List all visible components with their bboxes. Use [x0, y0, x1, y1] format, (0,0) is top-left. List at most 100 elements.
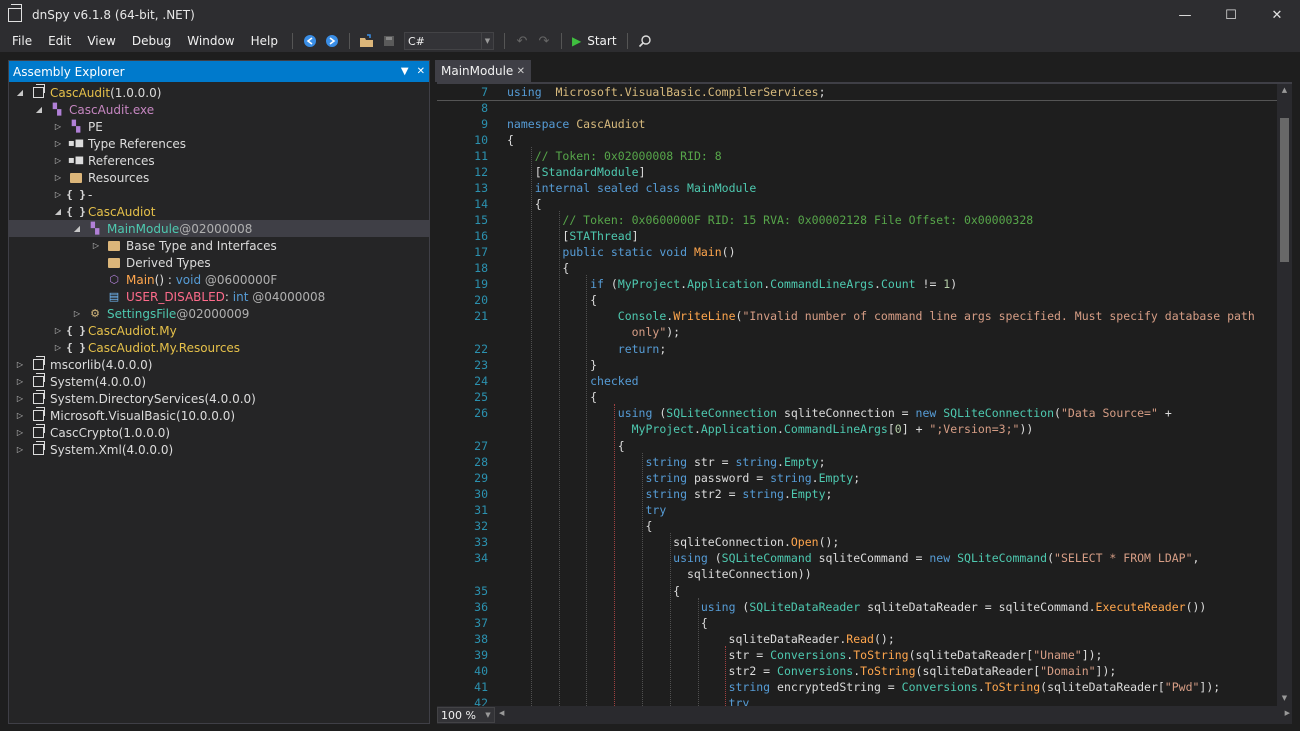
- code-line: 35 {: [437, 584, 1277, 600]
- menu-help[interactable]: Help: [243, 30, 286, 52]
- code-text: // Token: 0x02000008 RID: 8: [534, 149, 722, 163]
- expanded-arrow-icon[interactable]: ◢: [53, 207, 63, 217]
- menu-view[interactable]: View: [79, 30, 123, 52]
- forward-icon[interactable]: [321, 30, 343, 52]
- tree-item-detail: (4.0.0.0): [101, 357, 153, 372]
- collapsed-arrow-icon[interactable]: ▷: [53, 190, 63, 200]
- search-icon[interactable]: [634, 30, 656, 52]
- scroll-right-icon[interactable]: ▶: [1285, 709, 1290, 717]
- collapsed-arrow-icon[interactable]: ▷: [15, 394, 25, 404]
- code-text: {: [507, 197, 542, 211]
- pane-close-icon[interactable]: ✕: [417, 66, 425, 77]
- class-icon: ⚙: [90, 307, 100, 320]
- code-line: 42 try: [437, 696, 1277, 706]
- tree-item[interactable]: ▷ System.DirectoryServices (4.0.0.0): [9, 390, 429, 407]
- collapsed-arrow-icon[interactable]: ▷: [15, 445, 25, 455]
- tree-item[interactable]: ▷ Microsoft.VisualBasic (10.0.0.0): [9, 407, 429, 424]
- code-text: sqliteConnection)): [507, 567, 812, 581]
- open-folder-icon[interactable]: [356, 30, 378, 52]
- scroll-up-icon[interactable]: ▲: [1277, 86, 1292, 98]
- tree-item-detail: (4.0.0.0): [121, 442, 174, 457]
- tree-item[interactable]: ▷ mscorlib (4.0.0.0): [9, 356, 429, 373]
- tree-item-label: CascAudit.exe: [69, 102, 155, 117]
- assembly-icon: [31, 356, 45, 372]
- tree-item[interactable]: ▷{ } CascAudiot.My.Resources: [9, 339, 429, 356]
- save-all-icon[interactable]: [378, 30, 400, 52]
- tree-item[interactable]: ▷ System (4.0.0.0): [9, 373, 429, 390]
- tree-item[interactable]: ▷ CascCrypto (1.0.0.0): [9, 424, 429, 441]
- maximize-button[interactable]: ☐: [1208, 0, 1254, 30]
- folder-icon: [107, 239, 121, 253]
- menu-debug[interactable]: Debug: [124, 30, 179, 52]
- line-number: 40: [474, 664, 488, 678]
- tree-item[interactable]: ▤ USER_DISABLED : int @04000008: [9, 288, 429, 305]
- code-text: {: [507, 616, 708, 630]
- horizontal-scrollbar[interactable]: ◀ ▶: [499, 709, 1290, 721]
- tree-item[interactable]: ◢ ▚ MainModule @02000008: [9, 220, 429, 237]
- collapsed-arrow-icon[interactable]: ▷: [53, 122, 63, 132]
- collapsed-arrow-icon[interactable]: ▷: [53, 139, 63, 149]
- collapsed-arrow-icon[interactable]: ▷: [15, 411, 25, 421]
- tab-mainmodule[interactable]: MainModule ✕: [435, 60, 531, 82]
- undo-icon[interactable]: ↶: [511, 30, 533, 52]
- collapsed-arrow-icon[interactable]: [91, 258, 101, 268]
- collapsed-arrow-icon[interactable]: ▷: [53, 173, 63, 183]
- collapsed-arrow-icon[interactable]: ▷: [72, 309, 82, 319]
- scroll-down-icon[interactable]: ▼: [1277, 694, 1292, 706]
- minimize-button[interactable]: —: [1162, 0, 1208, 30]
- tree-item[interactable]: ▷ Base Type and Interfaces: [9, 237, 429, 254]
- assembly-icon: [31, 390, 45, 406]
- tree-item[interactable]: ▷ ▚ PE: [9, 118, 429, 135]
- tree-item[interactable]: ▷ ▪■ References: [9, 152, 429, 169]
- language-select[interactable]: C# ▼: [403, 32, 494, 50]
- collapsed-arrow-icon[interactable]: [91, 292, 101, 302]
- tree-item-label: CascAudiot: [88, 204, 156, 219]
- collapsed-arrow-icon[interactable]: ▷: [53, 343, 63, 353]
- collapsed-arrow-icon[interactable]: ▷: [53, 156, 63, 166]
- line-number: 14: [474, 197, 488, 211]
- tree-item[interactable]: ◢ CascAudit (1.0.0.0): [9, 84, 429, 101]
- close-button[interactable]: ✕: [1254, 0, 1300, 30]
- expanded-arrow-icon[interactable]: ◢: [34, 105, 44, 115]
- reference-icon: ▪■: [67, 138, 85, 149]
- assembly-tree: ◢ CascAudit (1.0.0.0) ◢ ▚ CascAudit.exe ▷ ▚ PE ▷…: [9, 82, 429, 458]
- tree-item[interactable]: ▷ ▪■ Type References: [9, 135, 429, 152]
- collapsed-arrow-icon[interactable]: ▷: [91, 241, 101, 251]
- tree-item[interactable]: ▷{ } -: [9, 186, 429, 203]
- toolbar-separator: [626, 33, 628, 49]
- collapsed-arrow-icon[interactable]: ▷: [53, 326, 63, 336]
- close-tab-icon[interactable]: ✕: [517, 66, 525, 77]
- scroll-left-icon[interactable]: ◀: [499, 709, 504, 717]
- start-button[interactable]: ▶ Start: [568, 34, 621, 48]
- code-text: [STAThread]: [507, 229, 639, 243]
- tree-item[interactable]: ⬡ Main() : void @0600000F: [9, 271, 429, 288]
- line-number: 35: [474, 584, 488, 598]
- vertical-scrollbar[interactable]: ▲ ▼: [1277, 84, 1292, 706]
- collapsed-arrow-icon[interactable]: [91, 275, 101, 285]
- expanded-arrow-icon[interactable]: ◢: [15, 88, 25, 98]
- code-editor[interactable]: 7 using Microsoft.VisualBasic.CompilerSer…: [437, 82, 1292, 706]
- code-line: 14 {: [437, 197, 1277, 213]
- tree-item[interactable]: ▷ Resources: [9, 169, 429, 186]
- code-text: {: [507, 584, 681, 598]
- collapsed-arrow-icon[interactable]: ▷: [15, 377, 25, 387]
- redo-icon[interactable]: ↷: [533, 30, 555, 52]
- tree-item[interactable]: ▷{ } CascAudiot.My: [9, 322, 429, 339]
- menu-window[interactable]: Window: [179, 30, 242, 52]
- scroll-thumb[interactable]: [1280, 118, 1289, 262]
- collapsed-arrow-icon[interactable]: ▷: [15, 360, 25, 370]
- menu-edit[interactable]: Edit: [40, 30, 79, 52]
- tree-item[interactable]: ▷ ⚙ SettingsFile @02000009: [9, 305, 429, 322]
- zoom-select[interactable]: 100 % ▼: [437, 707, 495, 723]
- tree-item[interactable]: Derived Types: [9, 254, 429, 271]
- tree-item[interactable]: ◢ ▚ CascAudit.exe: [9, 101, 429, 118]
- tree-item[interactable]: ◢{ } CascAudiot: [9, 203, 429, 220]
- tree-item[interactable]: ▷ System.Xml (4.0.0.0): [9, 441, 429, 458]
- collapsed-arrow-icon[interactable]: ▷: [15, 428, 25, 438]
- pane-dropdown-icon[interactable]: ▼: [401, 66, 409, 77]
- back-icon[interactable]: [299, 30, 321, 52]
- line-number: 7: [481, 85, 488, 99]
- expanded-arrow-icon[interactable]: ◢: [72, 224, 82, 234]
- line-number: 31: [474, 503, 488, 517]
- menu-file[interactable]: File: [4, 30, 40, 52]
